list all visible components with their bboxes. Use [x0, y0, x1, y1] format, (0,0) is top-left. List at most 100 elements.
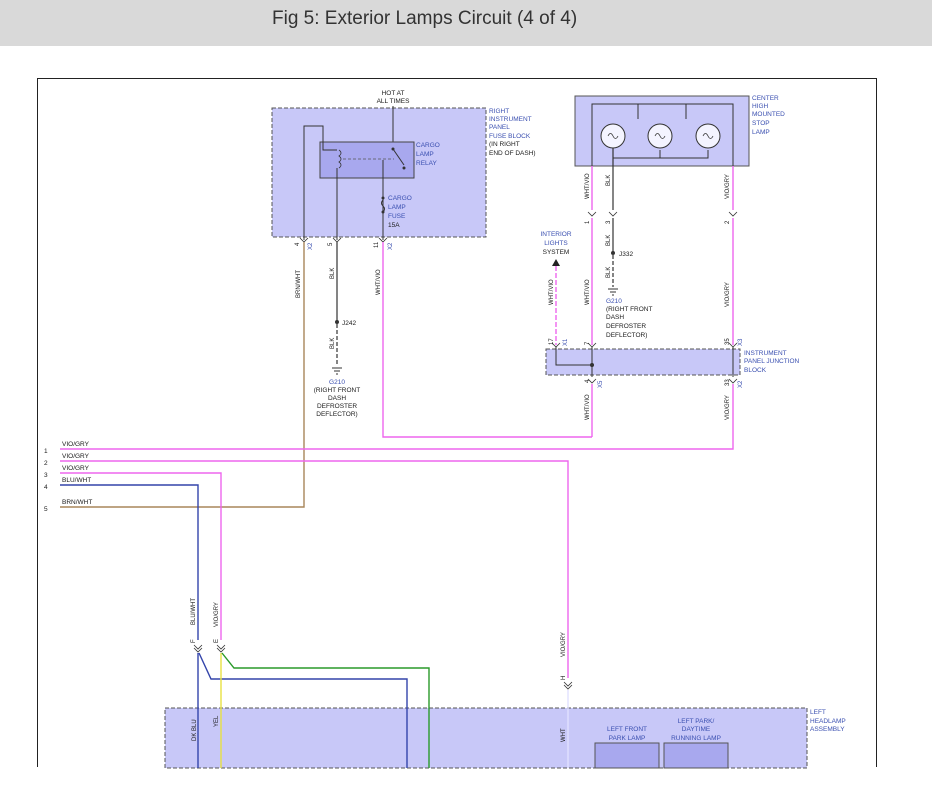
fuse-block-label-line: RIGHT	[489, 108, 509, 115]
park-lamp-label-line: LEFT FRONT	[607, 726, 647, 733]
interior-lights-label-line: INTERIOR	[540, 231, 571, 238]
stop-lamp-label-line: LAMP	[752, 129, 770, 136]
pin-label: 4	[585, 379, 591, 383]
stop-lamp-label: CENTER HIGH MOUNTED STOP LAMP	[752, 95, 785, 136]
connector-label: X1	[563, 338, 569, 346]
wiring-diagram: HOT AT ALL TIMES RIGHT INSTRUMENT PANEL …	[44, 90, 846, 769]
fuse-label-line: LAMP	[388, 204, 406, 211]
fuse-block-label-line: INSTRUMENT	[489, 116, 532, 123]
interior-lights-label-line: SYSTEM	[543, 249, 570, 256]
wire-label-blu-wht: BLU/WHT	[191, 598, 197, 625]
stop-lamp-label-line: MOUNTED	[752, 111, 785, 118]
ground-label-line: DEFROSTER	[606, 323, 646, 330]
arrow-up-icon	[552, 259, 560, 266]
pin-label: 11	[374, 241, 380, 248]
relay-contact-dot	[402, 166, 406, 170]
connector-label: X2	[738, 380, 744, 388]
pin-label: 17	[549, 338, 555, 345]
pin-label: 3	[606, 220, 612, 224]
wire-label-vio-gry: VIO/GRY	[725, 174, 731, 199]
vio-gry-wire-2	[60, 460, 569, 678]
hot-label-2: ALL TIMES	[377, 98, 411, 105]
connector-label: X5	[598, 380, 604, 388]
ground-label-line: (RIGHT FRONT	[606, 306, 652, 313]
drl-label-line: DAYTIME	[682, 726, 711, 733]
drl-label-line: LEFT PARK/	[678, 718, 715, 725]
stop-lamp-label-line: CENTER	[752, 95, 779, 102]
fuse-label-line: 15A	[388, 222, 400, 229]
ground-label-line: DEFLECTOR)	[606, 332, 647, 339]
fuse-block-label: RIGHT INSTRUMENT PANEL FUSE BLOCK (IN RI…	[489, 108, 536, 157]
splice-j332-dot	[611, 251, 615, 255]
interior-lights-label-line: LIGHTS	[544, 240, 568, 247]
headlamp-label-line: ASSEMBLY	[810, 726, 845, 733]
wire-label-blk: BLK	[606, 175, 612, 186]
harness-pin-number: 1	[44, 448, 48, 455]
ground-label-line: DEFROSTER	[317, 403, 357, 410]
harness-wire-label: VIO/GRY	[62, 453, 90, 460]
fuse-block-label-line: PANEL	[489, 124, 510, 131]
relay-label-line: RELAY	[416, 160, 437, 167]
pin-label: 7	[585, 341, 591, 345]
harness-pin-number: 5	[44, 506, 48, 513]
junction-block-label-line: BLOCK	[744, 367, 767, 374]
wire-label-wht: WHT	[561, 728, 567, 742]
wire-label-brn-wht: BRN/WHT	[296, 270, 302, 298]
left-front-park-lamp-box	[594, 742, 660, 769]
headlamp-label-line: LEFT	[810, 709, 826, 716]
ground-label-line: DEFLECTOR)	[316, 411, 357, 418]
pin-label: 35	[725, 338, 731, 345]
hot-label-1: HOT AT	[382, 90, 405, 97]
fuse-terminal	[381, 196, 385, 200]
ground-label-line: (RIGHT FRONT	[314, 387, 360, 394]
pin-label: 33	[725, 379, 731, 386]
pin-label: 1	[585, 220, 591, 224]
splice-label-j242: J242	[342, 320, 356, 327]
wire-label-blk: BLK	[606, 235, 612, 246]
harness-pin-number: 3	[44, 472, 48, 479]
connector-label: X2	[308, 242, 314, 250]
junction-splice-dot	[590, 363, 594, 367]
left-drl-lamp-box	[663, 742, 729, 769]
harness-pin-number: 4	[44, 484, 48, 491]
fuse-block-connector: 4 X2 5 11 X2	[295, 237, 394, 250]
junction-connector-chevrons	[551, 342, 738, 348]
wht-vio-wire	[382, 242, 592, 438]
splice-label-j332: J332	[619, 251, 633, 258]
connector-label: X2	[388, 242, 394, 250]
wire-label-vio-gry: VIO/GRY	[214, 602, 220, 627]
wire-label-blk: BLK	[330, 268, 336, 279]
fuse-block-label-line: FUSE BLOCK	[489, 133, 531, 140]
junction-block-label-line: INSTRUMENT	[744, 350, 787, 357]
ground-label-line: G210	[329, 379, 345, 386]
wire-label-vio-gry: VIO/GRY	[725, 282, 731, 307]
cargo-lamp-relay	[319, 141, 415, 179]
fuse-label-line: FUSE	[388, 213, 406, 220]
ground-g210-label-right: G210 (RIGHT FRONT DASH DEFROSTER DEFLECT…	[606, 298, 652, 339]
fuse-terminal	[381, 210, 385, 214]
headlamp-label-line: HEADLAMP	[810, 718, 846, 725]
wire-label-vio-gry: VIO/GRY	[725, 395, 731, 420]
junction-block-box	[545, 348, 741, 376]
fuse-block-label-line: (IN RIGHT	[489, 141, 520, 148]
harness-labels: 1 VIO/GRY 2 VIO/GRY 3 VIO/GRY 4 BLU/WHT …	[44, 441, 92, 513]
junction-block-label: INSTRUMENT PANEL JUNCTION BLOCK	[744, 350, 800, 374]
relay-label-line: CARGO	[416, 142, 440, 149]
ground-label-line: DASH	[606, 314, 624, 321]
pin-label: 5	[328, 242, 334, 246]
ground-g210-label-left: G210 (RIGHT FRONT DASH DEFROSTER DEFLECT…	[314, 379, 360, 418]
wire-label-yel: YEL	[214, 715, 220, 727]
stop-lamp-label-line: STOP	[752, 120, 770, 127]
harness-wire-label: BRN/WHT	[62, 499, 92, 506]
wire-label-wht-vio: WHT/VIO	[549, 279, 555, 305]
pin-label: E	[214, 639, 220, 643]
blu-wht-wire-4	[60, 484, 199, 640]
drl-label-line: RUNNING LAMP	[671, 735, 721, 742]
wire-label-wht-vio: WHT/VIO	[585, 173, 591, 199]
harness-wire-label: VIO/GRY	[62, 441, 90, 448]
headlamp-assembly-label: LEFT HEADLAMP ASSEMBLY	[810, 709, 846, 733]
vio-gry-wire-1	[60, 384, 734, 450]
wire-label-wht-vio: WHT/VIO	[376, 269, 382, 295]
wire-label-vio-gry: VIO/GRY	[561, 632, 567, 657]
junction-block-label-line: PANEL JUNCTION	[744, 358, 800, 365]
